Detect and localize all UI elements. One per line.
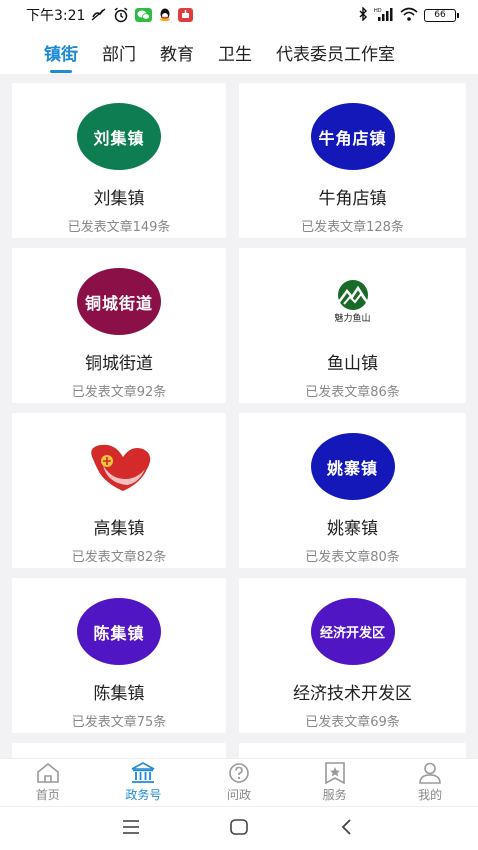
tab-education[interactable]: 教育: [160, 30, 194, 74]
status-left: 下午3:21: [26, 5, 194, 25]
home-icon: [36, 762, 59, 783]
article-count: 已发表文章92条: [71, 385, 167, 400]
account-card[interactable]: 经济开发区 经济技术开发区 已发表文章69条: [239, 578, 466, 733]
bottom-nav: 首页 政务号 问政 服务 我的: [0, 758, 478, 806]
account-name: 高集镇: [93, 519, 145, 539]
account-logo: 经济开发区: [310, 598, 395, 665]
profile-icon: [419, 762, 441, 784]
home-button[interactable]: [227, 815, 251, 843]
bluetooth-icon: [358, 5, 368, 24]
nav-home-label: 首页: [35, 788, 60, 802]
article-count: 已发表文章149条: [67, 220, 171, 235]
nav-profile-label: 我的: [418, 788, 443, 802]
system-nav-bar: [0, 806, 478, 850]
account-card[interactable]: 魅力鱼山 鱼山镇 已发表文章86条: [239, 248, 466, 403]
tab-representative-studio[interactable]: 代表委员工作室: [276, 30, 395, 74]
article-count: 已发表文章128条: [301, 220, 404, 235]
square-home-icon: [230, 818, 248, 835]
account-card[interactable]: 刘集镇 刘集镇 已发表文章149条: [12, 83, 226, 238]
menu-icon: [123, 819, 139, 834]
nav-service-label: 服务: [322, 788, 347, 802]
app-notification-icon: [178, 8, 194, 22]
nav-inquiry[interactable]: 问政: [191, 759, 287, 806]
nav-inquiry-label: 问政: [226, 788, 251, 802]
account-name: 鱼山镇: [327, 354, 378, 374]
article-count: 已发表文章75条: [71, 715, 167, 730]
account-logo: 铜城街道: [77, 268, 161, 335]
mountain-icon: [337, 279, 368, 310]
status-bar: 下午3:21 HD 66: [0, 0, 478, 30]
nav-government-label: 政务号: [125, 788, 162, 802]
tab-towns[interactable]: 镇街: [44, 30, 78, 74]
no-disturb-icon: [91, 8, 107, 22]
alarm-icon: [113, 7, 129, 23]
back-arrow-icon: [341, 818, 351, 835]
content-area: 刘集镇 刘集镇 已发表文章149条 牛角店镇 牛角店镇 已发表文章128条 铜城…: [0, 74, 478, 758]
account-card[interactable]: 陈集镇 陈集镇 已发表文章75条: [12, 578, 226, 733]
question-icon: [229, 763, 249, 783]
account-logo: 姚寨镇: [310, 433, 395, 500]
nav-home[interactable]: 首页: [0, 759, 96, 806]
article-count: 已发表文章80条: [305, 550, 400, 565]
account-logo: 刘集镇: [77, 103, 161, 170]
account-card-partial[interactable]: [12, 743, 226, 758]
tab-departments[interactable]: 部门: [102, 30, 136, 74]
tab-health[interactable]: 卫生: [218, 30, 252, 74]
article-count: 已发表文章86条: [305, 385, 400, 400]
account-card[interactable]: 铜城街道 铜城街道 已发表文章92条: [12, 248, 226, 403]
category-tabs: 镇街 部门 教育 卫生 代表委员工作室: [0, 30, 478, 74]
menu-button[interactable]: [119, 815, 143, 843]
qq-icon: [158, 8, 172, 23]
party-ribbon-logo: [77, 433, 161, 500]
svg-text:HD: HD: [374, 8, 382, 14]
account-card[interactable]: 牛角店镇 牛角店镇 已发表文章128条: [239, 83, 466, 238]
wifi-icon: [400, 7, 418, 24]
account-name: 刘集镇: [93, 189, 145, 209]
wechat-icon: [135, 8, 153, 22]
nav-service[interactable]: 服务: [287, 759, 383, 806]
account-card[interactable]: 高集镇 已发表文章82条: [12, 413, 226, 568]
back-button[interactable]: [335, 815, 359, 843]
government-icon: [132, 762, 155, 783]
account-name: 经济技术开发区: [293, 684, 412, 704]
account-name: 姚寨镇: [327, 519, 378, 539]
yushan-logo-text: 魅力鱼山: [334, 313, 371, 324]
article-count: 已发表文章69条: [305, 715, 400, 730]
signal-icon: HD: [374, 7, 394, 24]
article-count: 已发表文章82条: [71, 550, 167, 565]
party-emblem-icon: [91, 444, 151, 491]
status-time: 下午3:21: [26, 8, 86, 24]
service-icon: [324, 762, 345, 784]
account-grid: 刘集镇 刘集镇 已发表文章149条 牛角店镇 牛角店镇 已发表文章128条 铜城…: [12, 83, 466, 758]
account-name: 铜城街道: [85, 354, 153, 374]
nav-government[interactable]: 政务号: [96, 759, 192, 806]
account-logo: 陈集镇: [77, 598, 161, 665]
nav-profile[interactable]: 我的: [382, 759, 478, 806]
account-name: 陈集镇: [93, 684, 145, 704]
account-logo: 牛角店镇: [310, 103, 395, 170]
account-name: 牛角店镇: [318, 189, 387, 209]
yushan-logo: 魅力鱼山: [311, 268, 395, 335]
account-card-partial[interactable]: [239, 743, 466, 758]
status-right: HD 66: [358, 5, 459, 24]
battery-icon: 66: [424, 8, 459, 22]
account-card[interactable]: 姚寨镇 姚寨镇 已发表文章80条: [239, 413, 466, 568]
